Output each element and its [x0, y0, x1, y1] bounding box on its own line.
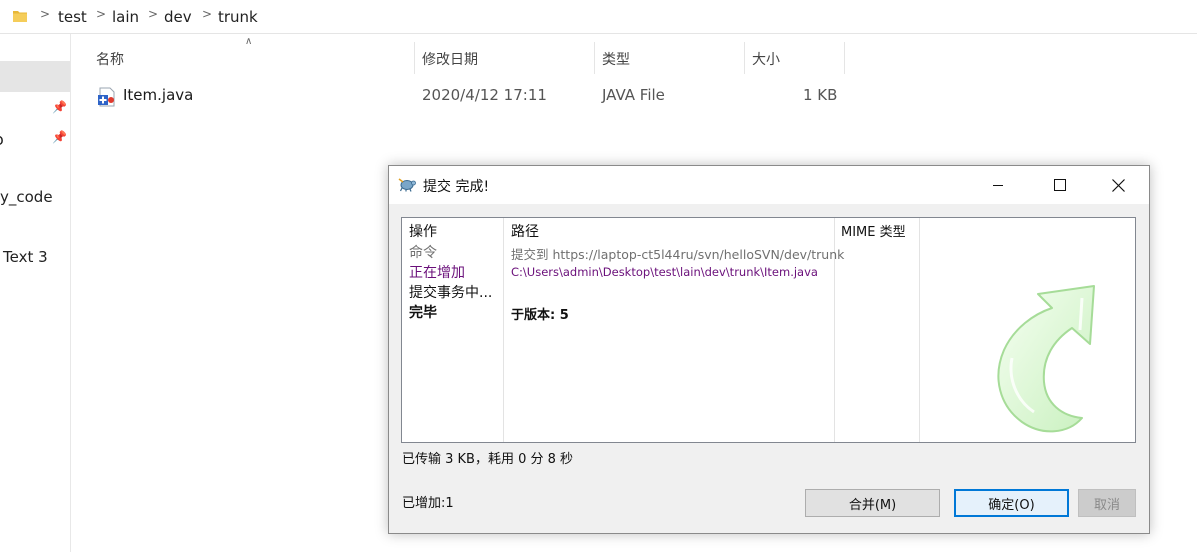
dialog-title: 提交 完成!	[423, 179, 490, 195]
folder-icon	[13, 11, 27, 22]
ok-button[interactable]: 确定(O)	[954, 489, 1069, 517]
close-button[interactable]	[1095, 166, 1141, 204]
cancel-button[interactable]: 取消	[1078, 489, 1136, 517]
file-size: 1 KB	[803, 86, 838, 104]
column-divider[interactable]	[844, 42, 845, 74]
pin-icon: 📌	[52, 100, 67, 114]
list-item-path: 提交到 https://laptop-ct5l44ru/svn/helloSVN…	[511, 247, 845, 262]
java-file-icon	[98, 87, 115, 107]
breadcrumb-item[interactable]: trunk	[218, 8, 258, 26]
list-item-action: 命令	[409, 245, 437, 261]
minimize-icon	[993, 185, 1003, 186]
commit-finished-dialog: 提交 完成! 操作 路径 MIME 类型 命令 提交到 https://lapt…	[388, 165, 1150, 534]
breadcrumb-item[interactable]: test	[58, 8, 87, 26]
sidebar-item-selected[interactable]	[0, 61, 70, 92]
commit-log-list[interactable]: 操作 路径 MIME 类型 命令 提交到 https://laptop-ct5l…	[401, 217, 1136, 443]
column-header-name[interactable]: 名称	[96, 49, 124, 69]
breadcrumb-item[interactable]: dev	[164, 8, 192, 26]
commit-arrow-icon	[997, 285, 1095, 433]
list-item-path: C:\Users\admin\Desktop\test\lain\dev\tru…	[511, 265, 818, 279]
close-icon	[1111, 178, 1125, 192]
column-divider[interactable]	[414, 42, 415, 74]
sort-ascending-icon: ∧	[245, 36, 253, 47]
column-header-action[interactable]: 操作	[409, 221, 437, 241]
sidebar-item-label[interactable]: Text 3	[3, 248, 48, 266]
file-modified: 2020/4/12 17:11	[422, 86, 547, 104]
column-mime	[835, 218, 920, 442]
minimize-button[interactable]	[975, 166, 1021, 204]
sidebar-item-label[interactable]: y_code	[0, 188, 53, 206]
column-header-size[interactable]: 大小	[752, 49, 780, 69]
list-item-action: 完毕	[409, 305, 437, 321]
list-item-path: 于版本: 5	[511, 308, 569, 323]
breadcrumb-item[interactable]: lain	[112, 8, 139, 26]
file-name: Item.java	[123, 86, 194, 104]
navigation-pane: 📌 o 📌 y_code Text 3	[0, 34, 71, 552]
maximize-icon	[1054, 179, 1066, 191]
column-divider[interactable]	[744, 42, 745, 74]
chevron-right-icon: >	[40, 7, 51, 21]
list-item-action: 提交事务中...	[409, 285, 493, 301]
maximize-button[interactable]	[1037, 166, 1083, 204]
merge-button[interactable]: 合并(M)	[805, 489, 940, 517]
sidebar-item-partial[interactable]: o	[0, 130, 4, 149]
column-header-type[interactable]: 类型	[602, 49, 630, 69]
column-header-path[interactable]: 路径	[511, 221, 539, 241]
column-header-mime-type[interactable]: MIME 类型	[841, 221, 906, 240]
dialog-titlebar[interactable]: 提交 完成!	[389, 166, 1149, 204]
chevron-right-icon: >	[148, 7, 159, 21]
column-divider[interactable]	[594, 42, 595, 74]
chevron-right-icon: >	[202, 7, 213, 21]
list-item-action: 正在增加	[409, 265, 465, 281]
transfer-status: 已传输 3 KB，耗用 0 分 8 秒	[402, 452, 574, 467]
file-type: JAVA File	[602, 86, 665, 104]
tortoise-icon	[398, 178, 416, 192]
added-count: 已增加:1	[402, 496, 454, 511]
chevron-right-icon: >	[96, 7, 107, 21]
pin-icon: 📌	[52, 130, 67, 144]
address-bar[interactable]: > test > lain > dev > trunk	[0, 0, 1197, 34]
column-header-modified[interactable]: 修改日期	[422, 49, 478, 69]
